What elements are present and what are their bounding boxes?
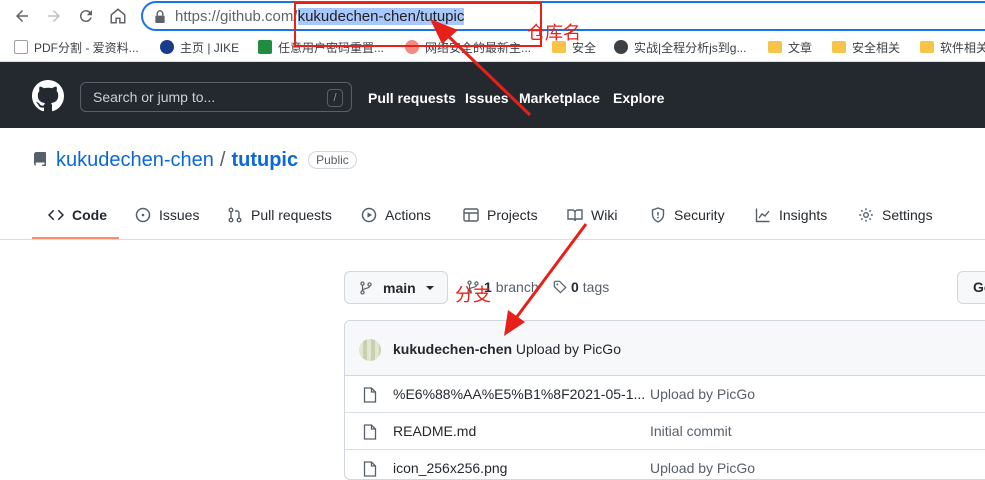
tab-pull-requests[interactable]: Pull requests — [227, 205, 332, 225]
commit-author[interactable]: kukudechen-chen — [393, 341, 512, 357]
play-icon — [361, 207, 377, 223]
lock-icon — [155, 10, 165, 23]
tab-security[interactable]: Security — [650, 205, 725, 225]
shield-icon — [651, 207, 665, 223]
tag-count-label: tags — [582, 279, 610, 295]
tab-issues[interactable]: Issues — [135, 205, 199, 225]
file-name[interactable]: icon_256x256.png — [393, 460, 507, 476]
file-icon — [363, 387, 377, 403]
table-icon — [463, 208, 479, 222]
repo-name-annotation: 仓库名 — [527, 23, 581, 44]
search-placeholder: Search or jump to... — [93, 89, 216, 105]
home-icon — [110, 8, 126, 24]
visibility-badge: Public — [308, 151, 357, 169]
repo-owner-link[interactable]: kukudechen-chen — [56, 149, 214, 172]
url-prefix: https://github.com/ — [175, 8, 298, 25]
slash-key-hint: / — [327, 89, 343, 107]
arrow-right-icon — [48, 10, 60, 22]
jike-icon — [160, 40, 174, 54]
branch-annotation: 分支 — [455, 285, 491, 306]
github-header: Search or jump to... / Pull requests Iss… — [0, 62, 985, 128]
bookmark-item[interactable]: PDF分割 - 爱资料... — [14, 38, 139, 56]
nav-pull-requests[interactable]: Pull requests — [368, 90, 456, 106]
file-commit-message[interactable]: Upload by PicGo — [650, 460, 755, 476]
branch-name: main — [383, 279, 416, 296]
file-commit-message[interactable]: Upload by PicGo — [650, 386, 755, 402]
code-icon — [48, 209, 64, 221]
file-row[interactable]: %E6%88%AA%E5%B1%8F2021-05-1... Upload by… — [345, 376, 985, 413]
bookmark-folder[interactable]: 软件相关 — [920, 38, 985, 56]
repo-title: kukudechen-chen / tutupic Public — [32, 149, 357, 171]
file-icon — [363, 424, 377, 440]
file-name[interactable]: README.md — [393, 423, 476, 439]
page-icon — [14, 40, 28, 54]
nav-issues[interactable]: Issues — [465, 90, 509, 106]
tags-link[interactable]: 0 tags — [553, 279, 609, 295]
go-to-file-button[interactable]: Go — [957, 271, 985, 304]
tab-insights[interactable]: Insights — [755, 205, 827, 225]
site-icon — [614, 40, 628, 54]
back-button[interactable] — [10, 4, 34, 28]
arrow-left-icon — [16, 10, 28, 22]
reload-icon — [79, 10, 92, 23]
bookmark-folder[interactable]: 安全相关 — [832, 38, 900, 56]
bookmark-folder[interactable]: 文章 — [768, 38, 812, 56]
folder-icon — [832, 41, 846, 53]
branch-count-label: branch — [495, 279, 539, 295]
pull-request-icon — [228, 207, 242, 223]
tab-wiki[interactable]: Wiki — [567, 205, 617, 225]
folder-icon — [920, 41, 934, 53]
commit-summary: kukudechen-chen Upload by PicGo — [393, 341, 621, 357]
bookmark-item[interactable]: 主页 | JIKE — [160, 38, 239, 56]
site-icon — [258, 40, 272, 54]
repo-name-link[interactable]: tutupic — [231, 149, 298, 172]
github-logo-icon[interactable] — [32, 80, 64, 112]
file-row[interactable]: README.md Initial commit — [345, 413, 985, 450]
tab-code[interactable]: Code — [48, 205, 107, 225]
repo-tabs: Code Issues Pull requests Actions Projec… — [0, 192, 985, 240]
file-commit-message[interactable]: Initial commit — [650, 423, 732, 439]
search-input[interactable]: Search or jump to... / — [80, 82, 352, 112]
tab-actions[interactable]: Actions — [361, 205, 431, 225]
folder-icon — [768, 41, 782, 53]
book-icon — [567, 209, 583, 222]
bookmark-item[interactable]: 实战|全程分析js到g... — [614, 38, 746, 56]
active-tab-indicator — [32, 237, 119, 239]
repo-icon — [33, 152, 46, 166]
latest-commit: kukudechen-chen Upload by PicGo — [345, 321, 985, 376]
file-list: kukudechen-chen Upload by PicGo %E6%88%A… — [344, 320, 985, 480]
reload-button[interactable] — [74, 4, 98, 28]
tag-icon — [553, 280, 567, 294]
branch-select-button[interactable]: main — [344, 271, 448, 304]
tag-count: 0 — [571, 279, 579, 295]
forward-button[interactable] — [42, 4, 66, 28]
git-branch-icon — [360, 280, 372, 295]
file-icon — [363, 461, 377, 477]
chevron-down-icon — [425, 285, 434, 290]
nav-marketplace[interactable]: Marketplace — [519, 90, 600, 106]
tab-projects[interactable]: Projects — [463, 205, 538, 225]
home-button[interactable] — [106, 4, 130, 28]
nav-explore[interactable]: Explore — [613, 90, 664, 106]
issue-icon — [135, 207, 151, 223]
avatar[interactable] — [359, 339, 381, 361]
graph-icon — [755, 208, 770, 223]
gear-icon — [859, 208, 873, 222]
file-row[interactable]: icon_256x256.png Upload by PicGo — [345, 450, 985, 479]
repo-separator: / — [219, 148, 226, 171]
tab-settings[interactable]: Settings — [858, 205, 933, 225]
file-name[interactable]: %E6%88%AA%E5%B1%8F2021-05-1... — [393, 386, 645, 402]
commit-message[interactable]: Upload by PicGo — [516, 341, 621, 357]
repo-name-highlight-box — [294, 2, 542, 47]
